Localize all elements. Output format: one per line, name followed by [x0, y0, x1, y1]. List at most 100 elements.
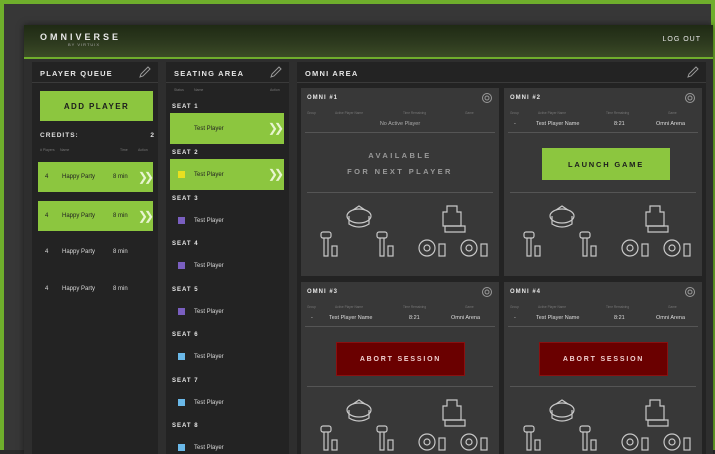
app-logo: OMNIVERSE	[40, 32, 122, 42]
seat-status-indicator	[178, 125, 185, 132]
seat-row[interactable]: Test Player	[170, 432, 284, 454]
seat-player-name: Test Player	[194, 263, 224, 269]
queue-item-name: Happy Party	[62, 286, 96, 292]
app-window: OMNIVERSE BY VIRTUIX LOG OUT PLAYER QUEU…	[24, 25, 713, 454]
queue-item[interactable]: 4 Happy Party 8 min	[38, 237, 153, 267]
abort-session-button[interactable]: ABORT SESSION	[539, 342, 668, 376]
chevron-right-icon[interactable]: ❯❯	[138, 209, 154, 223]
app-logo-subtitle: BY VIRTUIX	[68, 42, 101, 47]
seat-row[interactable]: Test Player	[170, 341, 284, 372]
edit-pencil-icon[interactable]	[686, 66, 700, 78]
omni-col-group: Group	[307, 111, 316, 115]
omni-equipment-icon	[320, 205, 488, 257]
queue-col-players: # Players	[40, 148, 55, 152]
queue-item[interactable]: 4 Happy Party 8 min ❯❯	[38, 201, 154, 231]
omni-game: Omni Arena	[451, 315, 481, 321]
queue-col-time: Time	[120, 148, 128, 152]
seating-area-title: SEATING AREA	[174, 69, 245, 78]
queue-item-count: 4	[45, 249, 49, 255]
edit-pencil-icon[interactable]	[269, 66, 283, 78]
gear-icon[interactable]	[684, 286, 696, 298]
queue-item-time: 8 min	[113, 213, 128, 219]
add-player-button[interactable]: ADD PLAYER	[40, 91, 153, 121]
launch-game-button[interactable]: LAUNCH GAME	[542, 148, 670, 180]
queue-item-count: 4	[45, 286, 49, 292]
seat-row[interactable]: Test Player	[170, 387, 284, 418]
omni-col-time: Time Remaining	[403, 305, 427, 309]
seat-player-name: Test Player	[194, 172, 224, 178]
seat-label: SEAT 7	[172, 378, 199, 384]
seat-label: SEAT 5	[172, 287, 199, 293]
seat-row[interactable]: Test Player ❯❯	[170, 159, 284, 190]
gear-icon[interactable]	[684, 92, 696, 104]
seat-label: SEAT 2	[172, 150, 199, 156]
omni-equipment-icon	[523, 205, 691, 257]
abort-session-button[interactable]: ABORT SESSION	[336, 342, 465, 376]
omni-time-remaining: 8:21	[614, 315, 625, 321]
queue-item[interactable]: 4 Happy Party 8 min	[38, 274, 153, 304]
seat-row[interactable]: Test Player ❯❯	[170, 113, 284, 144]
credits-value: 2	[150, 132, 155, 139]
omni-game: Omni Arena	[656, 315, 686, 321]
seat-label: SEAT 3	[172, 196, 199, 202]
omni-col-game: Game	[465, 305, 474, 309]
omni-player-name: Test Player Name	[536, 315, 580, 321]
seat-player-name: Test Player	[194, 126, 224, 132]
card-divider	[510, 192, 696, 193]
available-status: AVAILABLE FOR NEXT PLAYER	[301, 148, 499, 180]
edit-pencil-icon[interactable]	[138, 66, 152, 78]
omni-game: Omni Arena	[656, 121, 686, 127]
seat-row[interactable]: Test Player	[170, 296, 284, 327]
seat-player-name: Test Player	[194, 218, 224, 224]
available-line-1: AVAILABLE	[368, 151, 432, 160]
seat-status-indicator	[178, 217, 185, 224]
player-queue-panel: PLAYER QUEUE ADD PLAYER CREDITS: 2 # Pla…	[32, 62, 158, 454]
logout-link[interactable]: LOG OUT	[662, 36, 701, 43]
credits-row: CREDITS: 2	[40, 132, 155, 139]
omni-group: -	[514, 121, 516, 127]
omni-area-panel: OMNI AREA OMNI #1 Group Active Player Na…	[297, 62, 706, 454]
omni-area-title: OMNI AREA	[305, 69, 359, 78]
gear-icon[interactable]	[481, 92, 493, 104]
seat-label: SEAT 8	[172, 423, 199, 429]
seat-player-name: Test Player	[194, 400, 224, 406]
seating-area-panel: SEATING AREA Status Name Action SEAT 1 T…	[166, 62, 289, 454]
omni-card-row: No Active Player	[305, 118, 495, 133]
chevron-right-icon[interactable]: ❯❯	[268, 121, 284, 135]
omni-col-game: Game	[668, 305, 677, 309]
gear-icon[interactable]	[481, 286, 493, 298]
omni-card: OMNI #4 Group Active Player Name Time Re…	[504, 282, 702, 454]
omni-player-name: Test Player Name	[536, 121, 580, 127]
omni-card-title: OMNI #1	[307, 95, 339, 101]
seat-player-name: Test Player	[194, 309, 224, 315]
omni-area-header: OMNI AREA	[297, 62, 706, 83]
omni-col-time: Time Remaining	[606, 305, 630, 309]
seat-label: SEAT 4	[172, 241, 199, 247]
no-active-player-text: No Active Player	[379, 121, 421, 127]
omni-col-group: Group	[510, 111, 519, 115]
chevron-right-icon[interactable]: ❯❯	[138, 170, 154, 184]
omni-group: -	[311, 315, 313, 321]
queue-item-count: 4	[45, 213, 49, 219]
seating-area-header: SEATING AREA	[166, 62, 289, 83]
omni-col-game: Game	[668, 111, 677, 115]
omni-col-player: Active Player Name	[538, 305, 566, 309]
omni-card-row: - Test Player Name 8:21 Omni Arena	[305, 312, 495, 327]
seating-col-action: Action	[270, 88, 280, 92]
omni-col-group: Group	[510, 305, 519, 309]
queue-item-time: 8 min	[113, 174, 128, 180]
seat-row[interactable]: Test Player	[170, 250, 284, 281]
omni-equipment-icon	[523, 399, 691, 451]
omni-card: OMNI #3 Group Active Player Name Time Re…	[301, 282, 499, 454]
queue-item-name: Happy Party	[62, 213, 96, 219]
queue-col-action: Action	[138, 148, 148, 152]
seat-status-indicator	[178, 171, 185, 178]
queue-item-count: 4	[45, 174, 49, 180]
queue-item[interactable]: 4 Happy Party 8 min ❯❯	[38, 162, 154, 192]
seat-row[interactable]: Test Player	[170, 205, 284, 236]
omni-col-game: Game	[465, 111, 474, 115]
chevron-right-icon[interactable]: ❯❯	[268, 167, 284, 181]
top-bar: OMNIVERSE BY VIRTUIX LOG OUT	[24, 25, 713, 59]
player-queue-header: PLAYER QUEUE	[32, 62, 158, 83]
seating-col-name: Name	[194, 88, 204, 92]
